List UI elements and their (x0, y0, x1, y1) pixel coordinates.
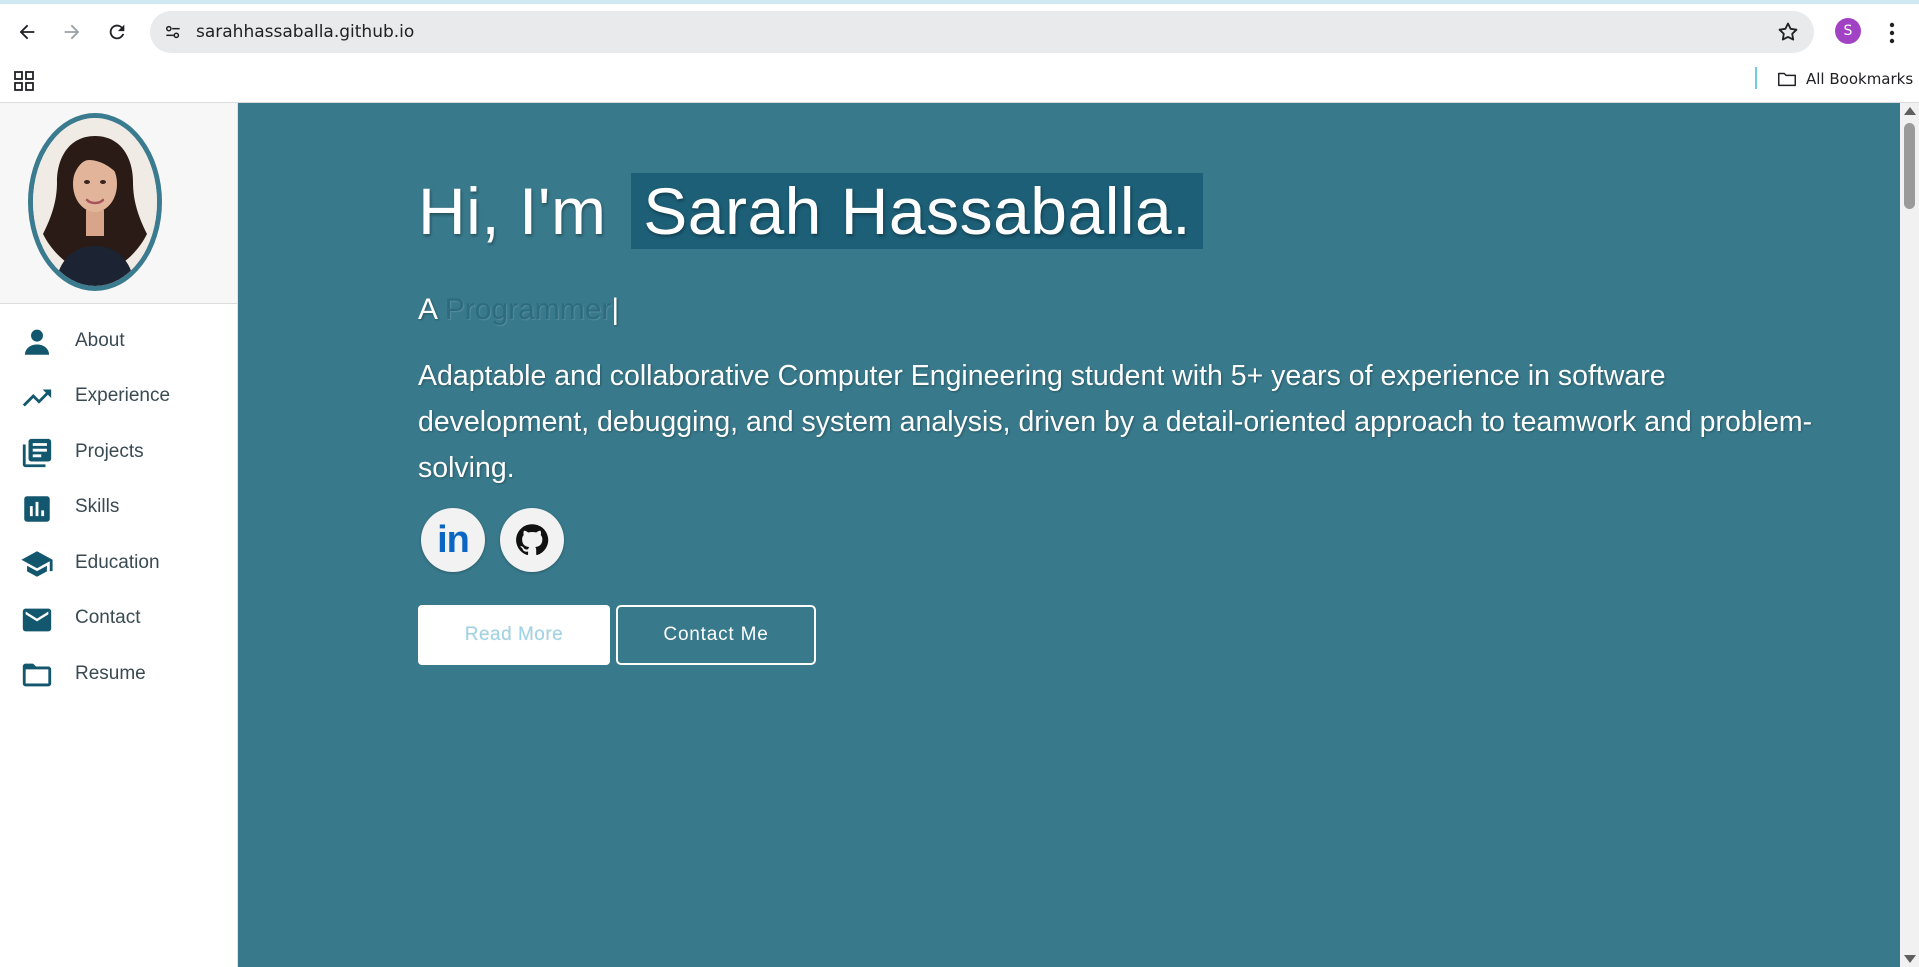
library-books-icon (20, 436, 54, 470)
github-link[interactable] (500, 508, 564, 572)
back-icon[interactable] (11, 16, 43, 48)
reload-icon[interactable] (101, 16, 133, 48)
sidebar-item-experience[interactable]: Experience (0, 369, 237, 425)
sidebar: About Experience Projects Skills Educati… (0, 103, 238, 967)
hero-title: Hi, I'm Sarah Hassaballa. (418, 173, 1204, 249)
page-scrollbar[interactable] (1900, 103, 1919, 967)
browser-menu-icon[interactable] (1882, 20, 1902, 46)
sidebar-item-label: Contact (75, 607, 141, 629)
linkedin-icon: in (437, 518, 470, 561)
sidebar-nav: About Experience Projects Skills Educati… (0, 313, 237, 702)
web-page: About Experience Projects Skills Educati… (0, 103, 1919, 967)
sidebar-item-projects[interactable]: Projects (0, 424, 237, 480)
sidebar-item-label: Education (75, 551, 160, 573)
sidebar-item-contact[interactable]: Contact (0, 591, 237, 647)
graduation-cap-icon (20, 547, 54, 581)
trending-up-icon (20, 381, 54, 415)
sidebar-item-label: Skills (75, 496, 120, 518)
apps-grid-icon[interactable] (12, 69, 36, 93)
url-text[interactable]: sarahhassaballa.github.io (196, 11, 414, 53)
profile-avatar[interactable]: S (1835, 18, 1861, 44)
github-icon (516, 524, 549, 556)
hero-name: Sarah Hassaballa. (631, 173, 1204, 249)
all-bookmarks-button[interactable]: All Bookmarks (1776, 66, 1913, 92)
avatar-area (0, 103, 237, 304)
profile-photo (28, 113, 162, 291)
sidebar-item-label: Experience (75, 385, 171, 407)
folder-icon (20, 658, 54, 692)
site-settings-icon[interactable] (160, 19, 186, 45)
contact-me-button[interactable]: Contact Me (616, 605, 816, 665)
hero-buttons: Read More Contact Me (418, 605, 816, 665)
linkedin-link[interactable]: in (421, 508, 485, 572)
sidebar-item-label: Resume (75, 662, 146, 684)
forward-icon[interactable] (56, 16, 88, 48)
social-links: in (421, 508, 564, 572)
sidebar-item-about[interactable]: About (0, 313, 237, 369)
subtitle-prefix: A (418, 293, 437, 326)
typed-role: Programmer (444, 293, 612, 326)
scrollbar-thumb[interactable] (1904, 123, 1915, 209)
sidebar-item-skills[interactable]: Skills (0, 480, 237, 536)
bookmarks-separator (1755, 67, 1757, 89)
address-bar[interactable]: sarahhassaballa.github.io (150, 11, 1814, 53)
mail-icon (20, 603, 54, 637)
bookmarks-bar: All Bookmarks (0, 58, 1919, 103)
sidebar-item-education[interactable]: Education (0, 535, 237, 591)
sidebar-item-label: About (75, 329, 125, 351)
typing-cursor: | (611, 293, 620, 326)
bar-chart-icon (20, 492, 54, 526)
folder-outline-icon (1778, 72, 1796, 87)
all-bookmarks-label: All Bookmarks (1806, 70, 1914, 88)
hero-section: Hi, I'm Sarah Hassaballa. A Programmer| … (238, 103, 1900, 967)
hero-greeting: Hi, I'm (418, 174, 607, 248)
bookmark-star-icon[interactable] (1776, 20, 1800, 44)
hero-subtitle: A Programmer| (418, 293, 619, 327)
hero-summary: Adaptable and collaborative Computer Eng… (418, 360, 1813, 484)
scroll-up-arrow-icon[interactable] (1904, 107, 1916, 115)
sidebar-item-label: Projects (75, 440, 144, 462)
scroll-down-arrow-icon[interactable] (1904, 955, 1916, 963)
sidebar-item-resume[interactable]: Resume (0, 646, 237, 702)
browser-toolbar: sarahhassaballa.github.io S (0, 4, 1919, 58)
read-more-button[interactable]: Read More (418, 605, 610, 665)
person-icon (20, 325, 54, 359)
